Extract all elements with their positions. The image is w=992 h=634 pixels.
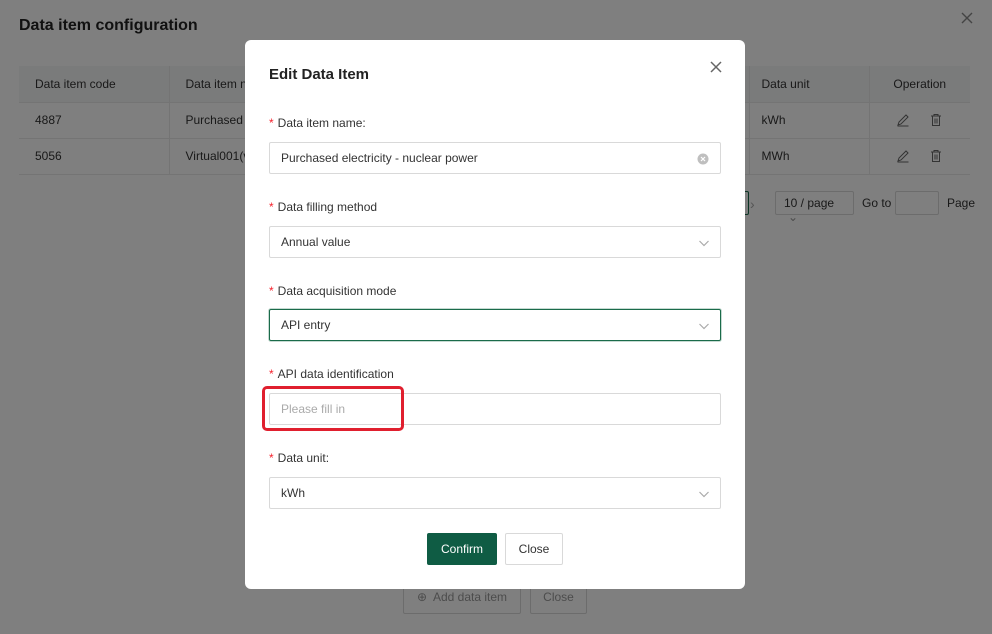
chevron-down-icon — [698, 237, 710, 249]
label-text: Data acquisition mode — [277, 284, 397, 298]
data-unit-label: * Data unit: — [269, 451, 329, 465]
label-text: Data filling method — [277, 200, 378, 214]
required-mark: * — [269, 116, 274, 130]
data-unit-select[interactable]: kWh — [269, 477, 721, 509]
edit-data-item-modal: Edit Data Item * Data item name: Purchase… — [245, 40, 745, 589]
data-filling-method-select[interactable]: Annual value — [269, 226, 721, 258]
data-acquisition-mode-select[interactable]: API entry — [269, 309, 721, 341]
data-item-name-label: * Data item name: — [269, 116, 366, 130]
data-acquisition-mode-label: * Data acquisition mode — [269, 284, 396, 298]
close-button[interactable]: Close — [505, 533, 563, 565]
clear-icon[interactable] — [697, 153, 709, 165]
close-icon[interactable] — [708, 59, 724, 75]
select-value: kWh — [281, 486, 305, 500]
label-text: Data unit: — [277, 451, 330, 465]
data-item-name-input[interactable]: Purchased electricity - nuclear power — [269, 142, 721, 174]
chevron-down-icon — [698, 488, 710, 500]
data-filling-method-label: * Data filling method — [269, 200, 377, 214]
label-text: Data item name: — [277, 116, 366, 130]
required-mark: * — [269, 284, 274, 298]
chevron-down-icon — [698, 320, 710, 332]
confirm-button[interactable]: Confirm — [427, 533, 497, 565]
required-mark: * — [269, 200, 274, 214]
select-value: Annual value — [281, 235, 351, 249]
required-mark: * — [269, 451, 274, 465]
required-mark: * — [269, 367, 274, 381]
input-value: Purchased electricity - nuclear power — [281, 151, 478, 165]
modal-title: Edit Data Item — [269, 66, 370, 83]
highlight-box — [262, 386, 404, 431]
select-value: API entry — [281, 318, 331, 332]
label-text: API data identification — [277, 367, 394, 381]
api-data-identification-label: * API data identification — [269, 367, 394, 381]
